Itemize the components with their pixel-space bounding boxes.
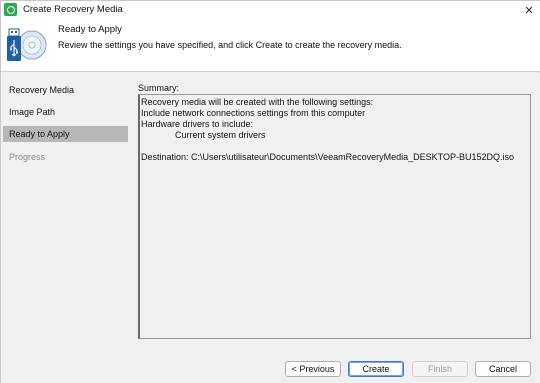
cancel-button[interactable]: Cancel	[475, 361, 531, 377]
sidebar-item-recovery-media[interactable]: Recovery Media	[3, 82, 128, 98]
summary-text-box[interactable]: Recovery media will be created with the …	[138, 94, 531, 339]
sidebar-item-image-path[interactable]: Image Path	[3, 104, 128, 120]
summary-line-blank	[141, 141, 530, 152]
usb-disc-icon	[7, 28, 47, 61]
veeam-app-icon	[4, 3, 17, 16]
summary-line: Hardware drivers to include:	[141, 119, 254, 129]
sidebar-item-ready-to-apply[interactable]: Ready to Apply	[3, 126, 128, 142]
step-title: Ready to Apply	[58, 24, 122, 35]
summary-line: Recovery media will be created with the …	[141, 97, 374, 107]
summary-label: Summary:	[138, 83, 180, 93]
wizard-steps-sidebar: Recovery Media Image Path Ready to Apply…	[1, 73, 132, 347]
previous-button[interactable]: < Previous	[285, 361, 341, 377]
wizard-footer: < Previous Create Finish Cancel	[1, 347, 540, 383]
summary-destination-line: Destination: C:\Users\utilisateur\Docume…	[141, 152, 514, 162]
sidebar-item-progress: Progress	[9, 152, 46, 162]
title-bar: Create Recovery Media ✕	[1, 1, 540, 19]
create-button[interactable]: Create	[348, 361, 404, 377]
summary-panel: Summary: Recovery media will be created …	[129, 73, 540, 347]
window-title: Create Recovery Media	[23, 4, 123, 15]
finish-button: Finish	[412, 361, 468, 377]
step-description: Review the settings you have specified, …	[58, 40, 402, 50]
summary-line: Include network connections settings fro…	[141, 108, 366, 118]
close-button[interactable]: ✕	[521, 2, 537, 18]
summary-line: Current system drivers	[175, 130, 266, 140]
close-icon: ✕	[524, 4, 534, 17]
create-recovery-media-window: Create Recovery Media ✕ Ready to Apply R…	[0, 0, 540, 383]
wizard-header: Ready to Apply Review the settings you h…	[1, 19, 540, 72]
